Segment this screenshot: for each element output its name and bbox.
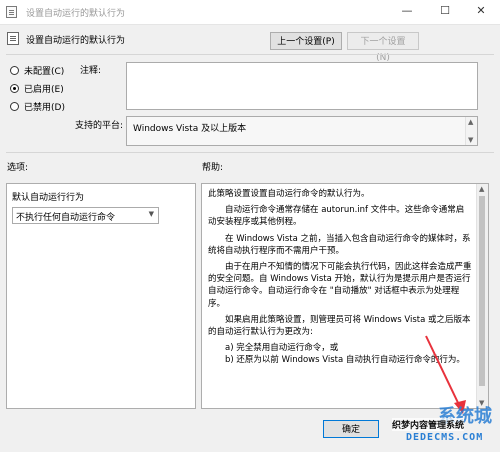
arrow-line: [425, 335, 462, 410]
watermark-url: DEDECMS.COM: [406, 432, 484, 443]
annotation-arrow: [425, 335, 466, 414]
watermark: 系统城 织梦内容管理系统 DEDECMS.COM: [388, 402, 498, 450]
watermark-subtitle: 织梦内容管理系统: [392, 418, 465, 431]
